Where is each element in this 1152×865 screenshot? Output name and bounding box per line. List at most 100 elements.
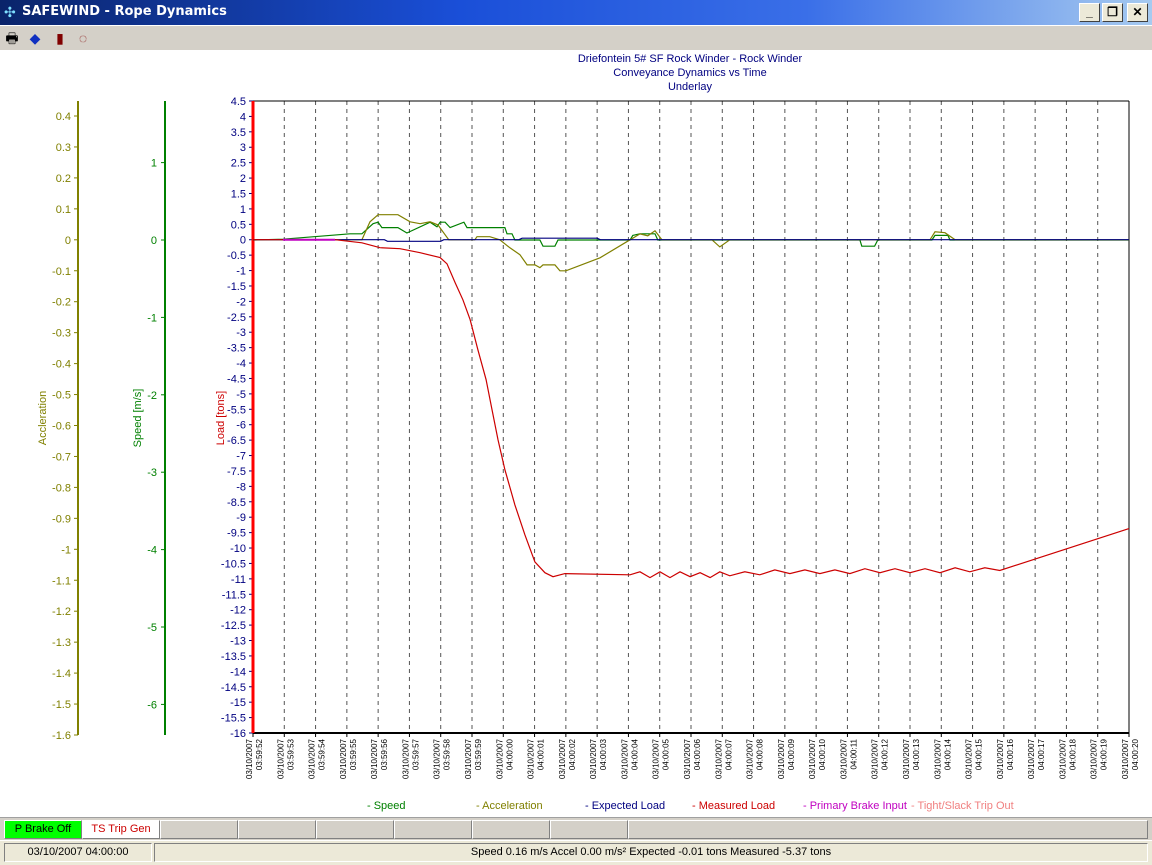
load-tick-label: -11 (231, 574, 246, 586)
x-tick-time: 03:59:59 (474, 738, 483, 770)
x-tick-time: 04:00:14 (943, 738, 952, 770)
x-tick-date: 03/10/2007 (808, 738, 817, 779)
acceleration-tick-label: -1.5 (52, 699, 71, 711)
speed-tick-label: -4 (147, 545, 157, 557)
x-tick-time: 04:00:10 (818, 738, 827, 770)
indicator-empty (394, 820, 472, 839)
x-tick-time: 04:00:19 (1100, 738, 1109, 770)
x-tick-date: 03/10/2007 (839, 738, 848, 779)
load-tick-label: -9 (236, 512, 246, 524)
load-tick-label: 4.5 (231, 96, 246, 108)
x-tick-date: 03/10/2007 (308, 738, 317, 779)
rope-dynamics-chart: 0.4 0.3 0.2 0.1 0 -0.1 -0.2 -0.3 -0.4 -0.5 -0.6 -0.… (37, 96, 1140, 779)
acceleration-tick-label: -1.1 (52, 575, 71, 587)
x-tick-date: 03/10/2007 (683, 738, 692, 779)
acceleration-tick-label: 0 (65, 235, 71, 247)
x-tick-date: 03/10/2007 (902, 738, 911, 779)
acceleration-tick-label: -1 (61, 544, 71, 556)
load-tick-label: -12.5 (221, 620, 246, 632)
x-tick-date: 03/10/2007 (1027, 738, 1036, 779)
acceleration-tick-label: -0.1 (52, 266, 71, 278)
x-tick-date: 03/10/2007 (746, 738, 755, 779)
x-tick-time: 04:00:04 (630, 738, 639, 770)
speed-tick-label: -6 (147, 699, 157, 711)
x-tick-time: 03:59:58 (443, 738, 452, 770)
x-tick-date: 03/10/2007 (276, 738, 285, 779)
load-tick-label: 2.5 (231, 158, 246, 170)
load-tick-label: -3 (236, 327, 246, 339)
x-tick-time: 03:59:52 (255, 738, 264, 770)
x-tick-time: 03:59:56 (380, 738, 389, 770)
acceleration-tick-label: -0.2 (52, 297, 71, 309)
x-tick-time: 04:00:03 (599, 738, 608, 770)
x-tick-date: 03/10/2007 (620, 738, 629, 779)
load-tick-label: 4 (240, 111, 246, 123)
load-tick-label: -6 (236, 420, 246, 432)
load-tick-label: -11.5 (222, 589, 246, 601)
x-tick-date: 03/10/2007 (401, 738, 410, 779)
x-tick-time: 04:00:18 (1068, 738, 1077, 770)
load-tick-label: -7 (236, 451, 246, 463)
legend-speed: - Speed (367, 800, 406, 812)
p-brake-indicator: P Brake Off (4, 820, 82, 839)
indicator-empty (550, 820, 628, 839)
load-tick-label: -4.5 (227, 373, 246, 385)
legend-expected-load: - Expected Load (585, 800, 666, 812)
speed-axis-label: Speed [m/s] (132, 389, 144, 448)
acceleration-tick-label: -0.8 (52, 482, 71, 494)
load-tick-label: -7.5 (227, 466, 246, 478)
x-tick-time: 04:00:05 (662, 738, 671, 770)
load-tick-label: 0.5 (231, 219, 246, 231)
series-speed (252, 221, 1129, 247)
load-tick-label: -1 (236, 266, 246, 278)
load-tick-label: -8.5 (227, 497, 246, 509)
acceleration-tick-label: 0.1 (56, 204, 71, 216)
x-tick-date: 03/10/2007 (777, 738, 786, 779)
acceleration-tick-label: -0.9 (52, 513, 71, 525)
x-tick-time: 04:00:12 (881, 738, 890, 770)
x-tick-date: 03/10/2007 (933, 738, 942, 779)
speed-tick-label: 1 (151, 158, 157, 170)
load-tick-label: -9.5 (227, 528, 246, 540)
load-tick-label: -10 (230, 543, 246, 555)
speed-tick-label: -3 (147, 467, 157, 479)
x-tick-time: 04:00:11 (849, 738, 858, 769)
x-tick-date: 03/10/2007 (1090, 738, 1099, 779)
load-tick-label: 3 (240, 142, 246, 154)
x-tick-date: 03/10/2007 (1121, 738, 1130, 779)
load-tick-label: -16 (230, 728, 246, 740)
load-tick-label: -6.5 (227, 435, 246, 447)
x-tick-date: 03/10/2007 (464, 738, 473, 779)
x-tick-time: 04:00:08 (756, 738, 765, 770)
load-tick-label: 2 (240, 173, 246, 185)
x-tick-date: 03/10/2007 (433, 738, 442, 779)
load-tick-label: -3.5 (227, 343, 246, 355)
load-tick-label: -5.5 (227, 404, 246, 416)
acceleration-tick-label: -0.4 (52, 359, 71, 371)
legend-tight-slack-trip-out: - Tight/Slack Trip Out (911, 800, 1014, 812)
acceleration-tick-label: -0.5 (52, 390, 71, 402)
indicator-bar: P Brake Off TS Trip Gen (0, 817, 1152, 841)
x-tick-time: 04:00:20 (1131, 738, 1140, 770)
x-tick-date: 03/10/2007 (996, 738, 1005, 779)
x-tick-date: 03/10/2007 (370, 738, 379, 779)
acceleration-axis-label: Accleration (37, 391, 49, 445)
x-tick-time: 04:00:16 (1006, 738, 1015, 770)
indicator-empty (628, 820, 1148, 839)
x-tick-date: 03/10/2007 (1058, 738, 1067, 779)
x-tick-time: 03:59:55 (349, 738, 358, 770)
legend-measured-load: - Measured Load (692, 800, 776, 812)
status-datetime: 03/10/2007 04:00:00 (4, 843, 152, 862)
load-tick-label: -13 (230, 636, 246, 648)
x-tick-date: 03/10/2007 (339, 738, 348, 779)
x-tick-date: 03/10/2007 (495, 738, 504, 779)
acceleration-tick-label: 0.2 (56, 173, 71, 185)
speed-tick-label: 0 (151, 235, 157, 247)
indicator-empty (472, 820, 550, 839)
load-tick-label: -2 (236, 296, 246, 308)
acceleration-tick-label: -1.4 (52, 668, 71, 680)
acceleration-tick-label: 0.3 (56, 142, 71, 154)
load-tick-label: -2.5 (227, 312, 246, 324)
load-tick-label: -8 (236, 481, 246, 493)
load-tick-label: 0 (240, 235, 246, 247)
